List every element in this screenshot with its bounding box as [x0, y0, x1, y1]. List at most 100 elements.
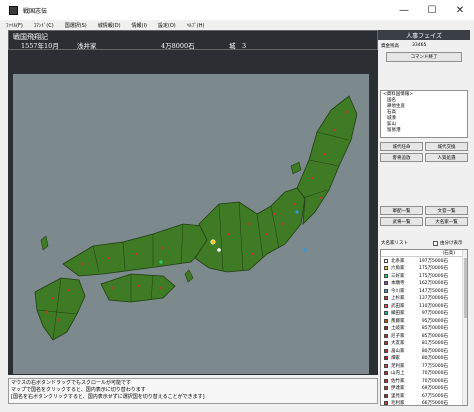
daimyo-name: 毛利家 — [391, 401, 405, 406]
daimyo-koku: 70万0000石 — [421, 378, 448, 384]
daimyo-row[interactable]: 佐竹家 70万0000石 — [381, 377, 467, 385]
clan-color-swatch — [384, 401, 388, 405]
daimyo-row[interactable]: 三好家 175万0000石 — [381, 272, 467, 280]
daimyo-koku: 80万0000石 — [421, 356, 448, 362]
daimyo-name: 山内上 — [391, 371, 405, 377]
menu-castle-info[interactable]: 城情報(D) — [98, 22, 121, 29]
daimyo-name: 佐竹家 — [391, 378, 405, 384]
menu-file[interactable]: ﾌｧｲﾙ(F) — [6, 22, 23, 29]
daimyo-row[interactable]: 畑家 80万0000石 — [381, 355, 467, 363]
daimyo-koku: 197万5000石 — [418, 258, 448, 264]
menu-help[interactable]: ﾍﾙﾌﾟ(H) — [187, 22, 205, 29]
military-list-button[interactable]: 軍配一覧 — [380, 206, 423, 215]
daimyo-koku: 85万0000石 — [421, 333, 448, 339]
daimyo-row[interactable]: 上杉家 137万0000石 — [381, 295, 467, 303]
sort-label: 由分け表示 — [440, 241, 463, 246]
maximize-button[interactable]: ☐ — [418, 0, 446, 20]
daimyo-name: 本願寺 — [391, 281, 405, 287]
minimize-button[interactable]: — — [390, 0, 418, 20]
daimyo-koku: 67万5000石 — [421, 393, 448, 399]
list-item[interactable]: 留易港 — [383, 128, 465, 134]
miyoshi-marker — [159, 260, 163, 264]
daimyo-koku: 70万0000石 — [421, 371, 448, 377]
appoint-castellan-button[interactable]: 城代任命 — [380, 142, 423, 151]
daimyo-name: 斎藤家 — [391, 318, 405, 324]
daimyo-row[interactable]: 今川家 147万5000石 — [381, 287, 467, 295]
clan-color-swatch — [384, 378, 388, 383]
daimyo-table[interactable]: (石高) 北条家 197万5000石 六角家 175万0000石 三好家 175万0000… — [380, 249, 468, 406]
swap-castellan-button[interactable]: 城代交換 — [425, 142, 468, 151]
daimyo-row[interactable]: 武田家 110万0000石 — [381, 302, 467, 310]
daimyo-scrollbar[interactable] — [462, 250, 467, 405]
scroll-thumb[interactable] — [464, 258, 467, 318]
clan-color-swatch — [384, 348, 388, 353]
daimyo-list-button[interactable]: 大名家一覧 — [425, 217, 468, 226]
japan-map[interactable] — [13, 74, 369, 374]
daimyo-row[interactable]: 毛利家 66万5000石 — [381, 400, 467, 406]
country-info-list[interactable]: <資料国情報> 国名 耕地生産 石高 城湊 鉱山 留易港 — [380, 90, 468, 138]
status-line: [国名を右ボタンクリックすると、国内表示せずに選択国を切り替えることができます] — [11, 394, 205, 400]
daimyo-koku: 77万5000石 — [421, 363, 448, 369]
daimyo-row[interactable]: 北条家 197万5000石 — [381, 257, 467, 265]
expel-guest-button[interactable]: 客将追放 — [380, 153, 423, 162]
current-date: 1557年10月 — [21, 42, 59, 50]
daimyo-name: 大友家 — [391, 341, 405, 347]
funds-value: 33465 — [412, 43, 427, 48]
daimyo-row[interactable]: 伊達家 69万0000石 — [381, 385, 467, 393]
end-command-button[interactable]: コマンド終了 — [386, 52, 462, 62]
kyoto-marker — [217, 248, 221, 252]
window-controls: — ☐ ✕ — [390, 0, 474, 20]
clan-color-swatch — [384, 288, 388, 293]
daimyo-row[interactable]: 土岐家 85万0000石 — [381, 325, 467, 333]
daimyo-row[interactable]: 尼子家 85万0000石 — [381, 332, 467, 340]
menu-country-select[interactable]: 国選択(S) — [65, 22, 87, 29]
menu-bar: ﾌｧｲﾙ(F) ｺﾏﾝﾄﾞ(C) 国選択(S) 城情報(D) 情報(I) 設定(… — [0, 20, 474, 30]
title-bar: 戦国志伝 — ☐ ✕ — [0, 0, 474, 20]
daimyo-row[interactable]: 大友家 81万5000石 — [381, 340, 467, 348]
daimyo-name: 畑家 — [391, 356, 400, 362]
daimyo-row[interactable]: 足利家 77万5000石 — [381, 362, 467, 370]
daimyo-koku: 137万0000石 — [418, 296, 448, 302]
player-koku: 4万8000石 — [161, 42, 195, 50]
sort-checkbox[interactable] — [433, 240, 438, 246]
menu-settings[interactable]: 設定(O) — [158, 22, 176, 29]
land-honshu-central — [194, 187, 306, 273]
civil-officer-list-button[interactable]: 文官一覧 — [425, 206, 468, 215]
land-honshu-west — [62, 223, 210, 277]
general-list-button[interactable]: 武将一覧 — [380, 217, 423, 226]
daimyo-koku: 147万5000石 — [418, 288, 448, 294]
clan-color-swatch — [384, 341, 388, 346]
menu-command[interactable]: ｺﾏﾝﾄﾞ(C) — [34, 22, 54, 29]
phase-banner: 人事フェイズ — [378, 30, 470, 40]
clan-color-swatch — [384, 296, 388, 301]
daimyo-row[interactable]: 畠山家 80万0000石 — [381, 347, 467, 355]
sort-toggle[interactable]: 由分け表示 — [433, 240, 463, 246]
daimyo-name: 尼子家 — [391, 333, 405, 339]
daimyo-koku: 175万0000石 — [418, 266, 448, 272]
clan-color-swatch — [384, 281, 388, 286]
clan-color-swatch — [384, 363, 388, 368]
clan-color-swatch — [384, 311, 388, 316]
status-line: マウスの右ボタンドラッグでもスクロールが可能です — [11, 380, 132, 386]
daimyo-name: 三好家 — [391, 273, 405, 279]
daimyo-koku: 175万0000石 — [418, 273, 448, 279]
daimyo-row[interactable]: 本願寺 162万0000石 — [381, 280, 467, 288]
clan-color-swatch — [384, 371, 388, 376]
clan-color-swatch — [384, 266, 388, 271]
daimyo-row[interactable]: 織田家 97万0000石 — [381, 310, 467, 318]
status-message-box: マウスの右ボタンドラッグでもスクロールが可能です マップで国名をクリックすると、… — [8, 378, 378, 404]
daimyo-row[interactable]: 六角家 175万0000石 — [381, 265, 467, 273]
japan-map-svg[interactable] — [13, 74, 369, 374]
close-button[interactable]: ✕ — [446, 0, 474, 20]
player-castle-marker — [210, 239, 216, 245]
daimyo-row[interactable]: 里見家 67万5000石 — [381, 392, 467, 400]
daimyo-name: 武田家 — [391, 303, 405, 309]
clan-color-swatch — [384, 333, 388, 338]
hostage-button[interactable]: 人質処遇 — [425, 153, 468, 162]
daimyo-koku: 69万0000石 — [421, 386, 448, 392]
menu-info[interactable]: 情報(I) — [132, 22, 147, 29]
daimyo-row[interactable]: 斎藤家 95万0000石 — [381, 317, 467, 325]
daimyo-name: 畠山家 — [391, 348, 405, 354]
clan-color-swatch — [384, 273, 388, 278]
daimyo-row[interactable]: 山内上 70万0000石 — [381, 370, 467, 378]
